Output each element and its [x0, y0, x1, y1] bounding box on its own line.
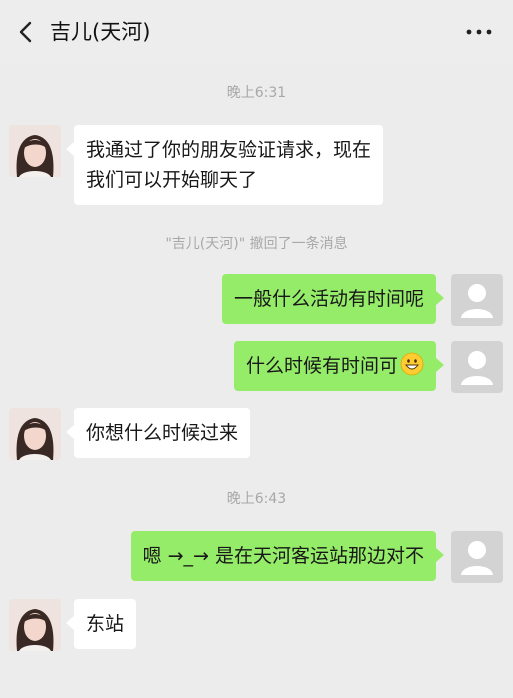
user-avatar[interactable] [451, 341, 503, 393]
incoming-message-bubble[interactable]: 东站 [65, 599, 137, 649]
contact-avatar[interactable] [9, 125, 61, 177]
user-avatar[interactable] [451, 274, 503, 326]
timestamp: 晚上6:43 [226, 491, 287, 507]
message-line: 我们可以开始聊天了 [86, 169, 258, 191]
message-line: 我通过了你的朋友验证请求，现在 [86, 139, 372, 161]
incoming-message-bubble[interactable]: 你想什么时候过来 [65, 408, 251, 458]
chat-title: 吉儿(天河) [50, 20, 151, 44]
message-text: 嗯 →_→ 是在天河客运站那边对不 [142, 545, 424, 567]
outgoing-message-bubble[interactable]: 一般什么活动有时间呢 [221, 274, 445, 324]
user-avatar[interactable] [451, 531, 503, 583]
timestamp: 晚上6:31 [226, 85, 287, 101]
message-text: 你想什么时候过来 [86, 422, 239, 444]
message-text: 什么时候有时间可 [245, 355, 398, 377]
more-options-icon[interactable] [465, 22, 493, 42]
message-text: 东站 [86, 613, 125, 635]
incoming-message-bubble[interactable]: 我通过了你的朋友验证请求，现在 我们可以开始聊天了 [65, 125, 384, 205]
chat-header: 吉儿(天河) [0, 0, 513, 64]
outgoing-message-bubble[interactable]: 嗯 →_→ 是在天河客运站那边对不 [130, 531, 445, 581]
grinning-face-emoji-icon [400, 352, 424, 376]
back-arrow-icon[interactable] [12, 18, 40, 46]
contact-avatar[interactable] [9, 408, 61, 460]
recall-notice: "吉儿(天河)" 撤回了一条消息 [165, 236, 348, 252]
outgoing-message-bubble[interactable]: 什么时候有时间可 [233, 341, 445, 391]
message-text: 一般什么活动有时间呢 [233, 288, 424, 310]
contact-avatar[interactable] [9, 599, 61, 651]
